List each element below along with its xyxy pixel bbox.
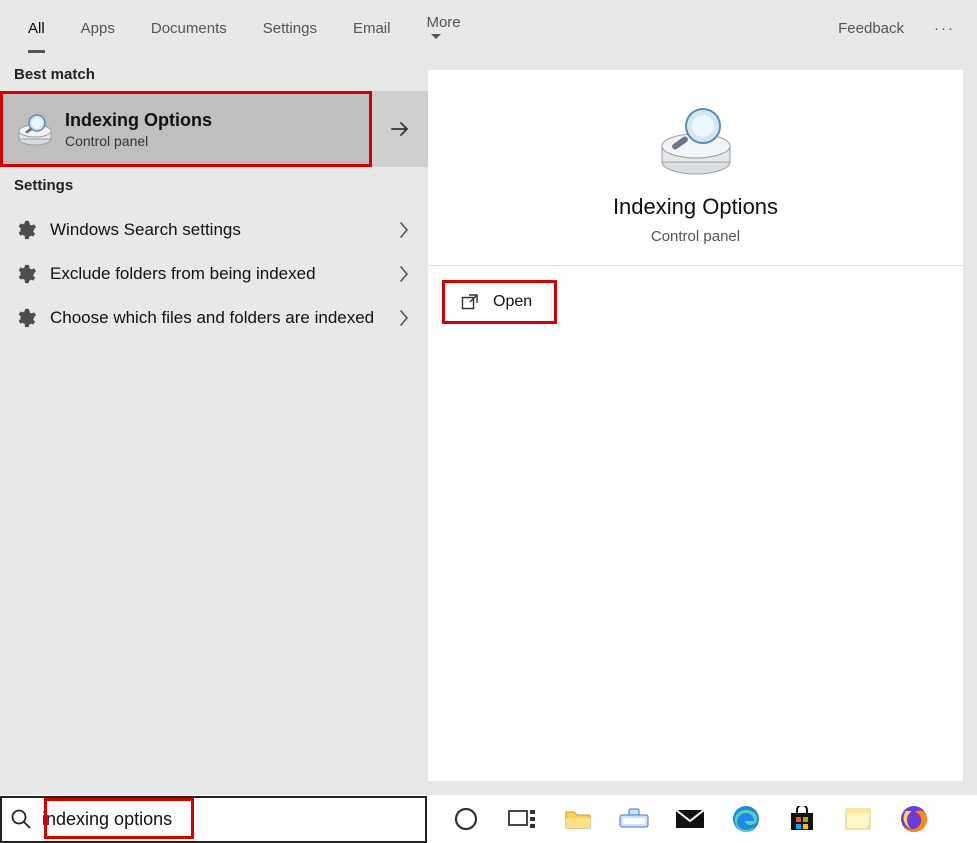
taskbar (0, 795, 977, 843)
tab-label: Email (353, 20, 391, 37)
best-match-section-label: Best match (0, 56, 428, 91)
edge-icon[interactable] (731, 804, 761, 834)
setting-item-windows-search-settings[interactable]: Windows Search settings (0, 208, 428, 252)
tab-label: Settings (263, 20, 317, 37)
gear-icon (14, 218, 38, 242)
tab-apps[interactable]: Apps (63, 4, 133, 53)
tab-documents[interactable]: Documents (133, 4, 245, 53)
tab-label: All (28, 20, 45, 37)
chevron-right-icon (398, 221, 414, 239)
best-match-subtitle: Control panel (65, 133, 212, 149)
chevron-right-icon (398, 265, 414, 283)
search-results-body: Best match Indexing Options Control pane (0, 56, 977, 795)
feedback-link[interactable]: Feedback (820, 4, 922, 53)
best-match-result[interactable]: Indexing Options Control panel (0, 91, 372, 167)
tab-settings[interactable]: Settings (245, 4, 335, 53)
taskbar-pinned-apps (427, 804, 929, 834)
indexing-options-icon (651, 100, 741, 180)
preview-header: Indexing Options Control panel (428, 70, 963, 266)
firefox-icon[interactable] (899, 804, 929, 834)
best-match-text: Indexing Options Control panel (65, 110, 212, 149)
tab-label: Documents (151, 20, 227, 37)
best-match-expand-button[interactable] (372, 91, 428, 167)
best-match-title: Indexing Options (65, 110, 212, 131)
preview-card: Indexing Options Control panel Open (428, 70, 963, 781)
settings-results-list: Windows Search settings Exclude folders … (0, 202, 428, 346)
search-input[interactable] (40, 805, 417, 834)
setting-item-label: Choose which files and folders are index… (50, 307, 398, 330)
results-list-pane: Best match Indexing Options Control pane (0, 56, 428, 795)
settings-section-label: Settings (0, 167, 428, 202)
indexing-options-icon (15, 109, 55, 149)
tab-email[interactable]: Email (335, 4, 409, 53)
tab-label: Apps (81, 20, 115, 37)
preview-title: Indexing Options (613, 194, 778, 220)
sticky-notes-icon[interactable] (843, 804, 873, 834)
arrow-right-icon (388, 117, 412, 141)
preview-pane: Indexing Options Control panel Open (428, 56, 977, 795)
tab-all[interactable]: All (10, 4, 63, 53)
best-match-row: Indexing Options Control panel (0, 91, 428, 167)
setting-item-label: Windows Search settings (50, 219, 398, 242)
file-explorer-icon[interactable] (563, 804, 593, 834)
chevron-down-icon (430, 31, 442, 43)
gear-icon (14, 306, 38, 330)
search-icon (10, 808, 32, 830)
task-view-icon[interactable] (507, 804, 537, 834)
open-icon (461, 293, 479, 311)
taskbar-search-box[interactable] (0, 796, 427, 843)
setting-item-choose-files-folders[interactable]: Choose which files and folders are index… (0, 296, 428, 340)
tab-more[interactable]: More (408, 0, 478, 59)
tab-label: More (426, 14, 460, 31)
preview-subtitle: Control panel (651, 228, 740, 245)
mail-icon[interactable] (675, 804, 705, 834)
setting-item-label: Exclude folders from being indexed (50, 263, 398, 286)
microsoft-store-icon[interactable] (787, 804, 817, 834)
chevron-right-icon (398, 309, 414, 327)
setting-item-exclude-folders[interactable]: Exclude folders from being indexed (0, 252, 428, 296)
overflow-menu-button[interactable]: ··· (922, 4, 967, 53)
ellipsis-icon: ··· (934, 20, 955, 37)
open-button[interactable]: Open (442, 280, 557, 324)
cortana-icon[interactable] (451, 804, 481, 834)
open-label: Open (493, 293, 532, 311)
on-screen-keyboard-icon[interactable] (619, 804, 649, 834)
preview-actions: Open (428, 266, 963, 334)
gear-icon (14, 262, 38, 286)
feedback-label: Feedback (838, 20, 904, 37)
search-filter-tabs: All Apps Documents Settings Email More F… (0, 0, 977, 56)
